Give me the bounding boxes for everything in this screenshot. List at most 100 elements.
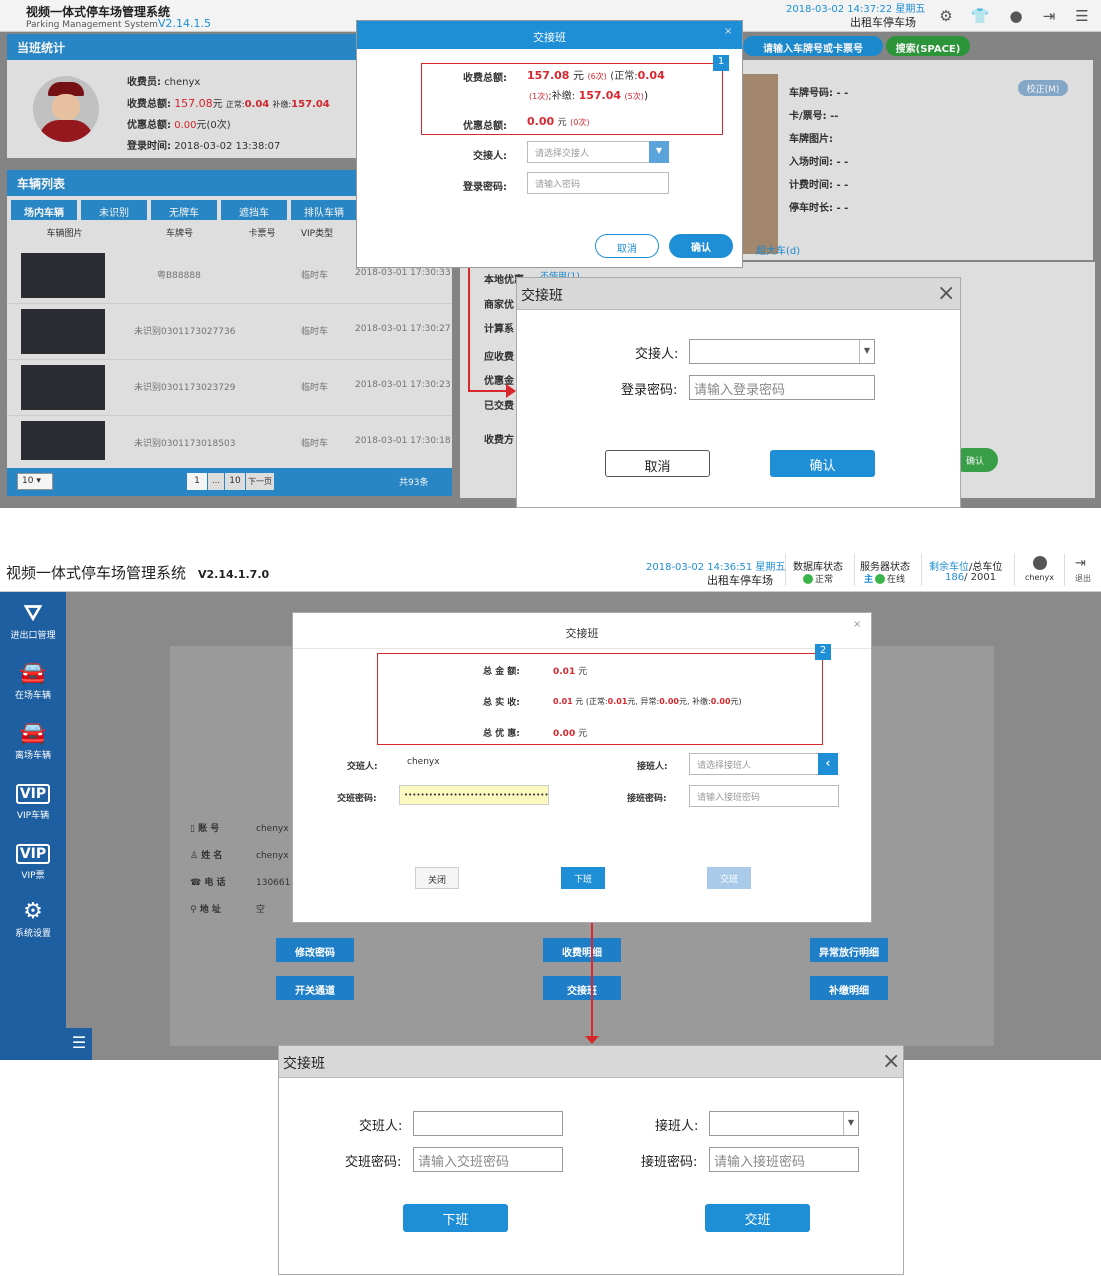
giver-input[interactable] (413, 1111, 563, 1136)
sd-paren: ) (643, 89, 649, 102)
chevron-left-icon[interactable]: ‹ (818, 753, 838, 775)
marker-badge: 1 (713, 55, 729, 71)
paid-value: 0.01 (553, 697, 573, 706)
logout-label[interactable]: 退出 (1075, 573, 1091, 584)
sidebar-item-left-lot[interactable]: 🚘 离场车辆 (0, 720, 66, 761)
logout-icon[interactable]: ⇥ (1075, 556, 1086, 571)
space-label: 剩余车位/总车位 (929, 558, 1002, 573)
giver-label: 交班人: (347, 762, 378, 772)
phone-icon: ☎ (190, 878, 202, 888)
screenshot-v2-14-1-5: 视频一体式停车场管理系统 Parking Management SystemV2… (0, 0, 1101, 508)
password-input[interactable]: 请输入密码 (527, 172, 669, 194)
datetime: 2018-03-02 14:36:51 星期五 (646, 562, 786, 573)
db-status-text: 正常 (815, 575, 834, 585)
paid-line: 0.01 元 (正常:0.01元, 异常:0.00元, 补缴:0.00元) (553, 696, 742, 707)
receiver-label: 接班人: (637, 762, 668, 772)
total-line: 0.01 元 (553, 664, 587, 677)
arrow-head (585, 1036, 599, 1044)
large-dialog-title: 交接班 (517, 278, 960, 310)
supplement-detail-button[interactable]: 补缴明细 (810, 976, 888, 1000)
large-receiver-label: 交接人: (635, 347, 679, 362)
lot-name: 出租车停车场 (850, 16, 916, 29)
abnormal-release-button[interactable]: 异常放行明细 (810, 938, 888, 962)
sidebar-item-settings[interactable]: ⚙ 系统设置 (0, 898, 66, 939)
handover-submit-button[interactable]: 交班 (707, 867, 751, 889)
sidebar-item-vip-car[interactable]: VIP VIP车辆 (0, 780, 66, 821)
user-icon[interactable]: ● (1007, 7, 1025, 25)
sidebar-item-gate[interactable]: ⛛ 进出口管理 (0, 600, 66, 641)
total-value: 0.01 (553, 667, 576, 677)
dialog-title: 交接班 (293, 613, 871, 649)
supp-value: 0.00 (710, 697, 731, 706)
receiver-password-input[interactable]: 请输入接班密码 (689, 785, 839, 807)
lot-name: 出租车停车场 (707, 574, 773, 587)
large-handover-button[interactable]: 交班 (705, 1204, 810, 1232)
profile-values: chenyx chenyx 130661 空 (256, 816, 290, 924)
version: V2.14.1.7.0 (198, 568, 270, 581)
sd-unit: 元 (572, 69, 584, 82)
name-value: chenyx (256, 851, 289, 861)
handover-button[interactable]: 交接班 (543, 976, 621, 1000)
abn-label: 异常: (640, 697, 660, 706)
sidebar-label: VIP票 (21, 871, 45, 881)
large-password-input[interactable]: 请输入登录密码 (689, 375, 875, 400)
disc-value: 0.00 (553, 729, 576, 739)
name-label: 姓 名 (201, 851, 223, 861)
normal-label: (正常: (585, 697, 608, 706)
srv-status: 主 在线 (864, 572, 905, 585)
receiver-password-input[interactable]: 请输入接班密码 (709, 1147, 859, 1172)
toggle-channel-button[interactable]: 开关通道 (276, 976, 354, 1000)
large-cancel-button[interactable]: 取消 (605, 450, 710, 477)
sidebar: ⛛ 进出口管理 🚘 在场车辆 🚘 离场车辆 VIP VIP车辆 VIP VIP票 ⚙ 系统设… (0, 592, 92, 1060)
giver-password-input[interactable]: 请输入交班密码 (413, 1147, 563, 1172)
normal-value: 0.01 (607, 697, 628, 706)
large-offduty-button[interactable]: 下班 (403, 1204, 508, 1232)
srv-status-text: 在线 (887, 575, 906, 585)
chevron-down-icon[interactable]: ▼ (859, 340, 874, 363)
sidebar-label: 在场车辆 (14, 691, 51, 701)
sd-total-label: 收费总额: (463, 73, 507, 84)
change-password-button[interactable]: 修改密码 (276, 938, 354, 962)
gear-icon[interactable]: ⚙ (937, 7, 955, 25)
close-icon[interactable]: × (937, 283, 955, 305)
srv-main: 主 (864, 575, 874, 585)
large-confirm-button[interactable]: 确认 (770, 450, 875, 477)
logout-icon[interactable]: ⇥ (1040, 7, 1058, 25)
user-name[interactable]: chenyx (1025, 573, 1054, 582)
sd-count: (5次) (624, 92, 644, 101)
gate-icon: ⛛ (23, 601, 43, 626)
cancel-button[interactable]: 取消 (595, 234, 659, 258)
close-icon[interactable]: × (882, 1051, 900, 1073)
shirt-icon[interactable]: 👕 (971, 7, 990, 25)
menu-icon[interactable]: ☰ (1073, 7, 1091, 25)
sidebar-item-vip-ticket[interactable]: VIP VIP票 (0, 840, 66, 881)
sd-supp: 157.04 (578, 89, 622, 102)
large-receiver-select[interactable] (689, 339, 875, 364)
divider (1064, 554, 1065, 586)
normal-unit: 元, (627, 697, 638, 706)
user-icon[interactable] (1033, 556, 1047, 570)
sd-count: (0次) (570, 118, 590, 127)
total-label: 总 金 额: (483, 667, 520, 677)
subtitle-text: Parking Management System (26, 20, 158, 30)
giver-password-input[interactable]: •••••••••••••••••••••••••••••••••••••• (399, 785, 549, 805)
account-icon: ▯ (190, 824, 195, 834)
offduty-button[interactable]: 下班 (561, 867, 605, 889)
close-icon[interactable]: × (853, 619, 861, 630)
space-total: / 2001 (964, 572, 997, 583)
charge-detail-button[interactable]: 收费明细 (543, 938, 621, 962)
chevron-down-icon[interactable]: ▼ (649, 141, 669, 163)
version: V2.14.1.5 (157, 17, 211, 30)
receiver-select[interactable]: 请选择交接人 (527, 141, 669, 163)
chevron-down-icon[interactable]: ▼ (843, 1112, 858, 1135)
menu-toggle-icon[interactable]: ☰ (66, 1028, 92, 1060)
close-button[interactable]: 关闭 (415, 867, 459, 889)
receiver-select[interactable]: 请选择接班人 (689, 753, 819, 775)
status-dot-icon (803, 573, 813, 584)
close-icon[interactable]: × (724, 26, 732, 37)
sidebar-item-in-lot[interactable]: 🚘 在场车辆 (0, 660, 66, 701)
disc-unit: 元 (578, 729, 588, 739)
datetime: 2018-03-02 14:37:22 星期五 (786, 4, 926, 15)
confirm-button[interactable]: 确认 (669, 234, 733, 258)
receiver-select[interactable] (709, 1111, 859, 1136)
